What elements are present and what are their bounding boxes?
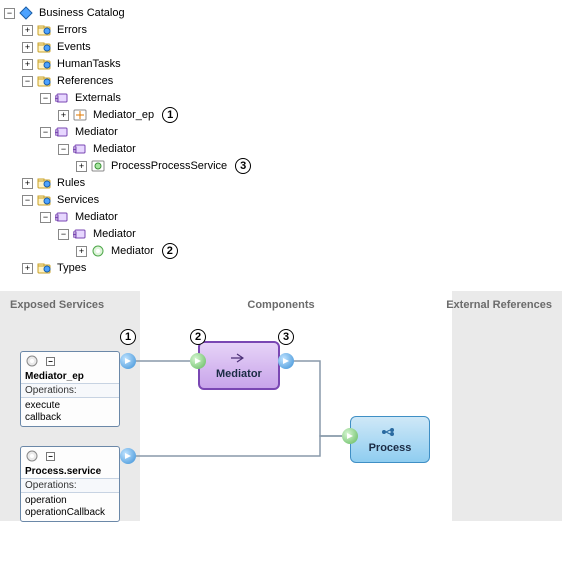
gear-icon [25,354,39,368]
expander-references[interactable]: − [22,76,33,87]
gear-icon [91,244,105,258]
component-process-label: Process [369,442,412,454]
svc-title: Mediator_ep [21,370,119,383]
port-mediator-ep[interactable] [120,353,136,369]
humantasks-label[interactable]: HumanTasks [55,58,123,70]
module-icon [55,91,69,105]
expander-svc-mediator3[interactable]: + [76,246,87,257]
callout-2: 2 [162,243,178,259]
canvas-callout-1: 1 [120,329,136,345]
pps-label[interactable]: ProcessProcessService [109,160,229,172]
expander-types[interactable]: + [22,263,33,274]
exposed-service-process[interactable]: − Process.service Operations: operation … [20,446,120,522]
gear-icon [25,449,39,463]
canvas-callout-3: 3 [278,329,294,345]
mediator-ep-label[interactable]: Mediator_ep [91,109,156,121]
expander-mediator-ep[interactable]: + [58,110,69,121]
svc-mediator2-label[interactable]: Mediator [91,228,138,240]
service-ref-icon [73,108,87,122]
svc-op: operation [25,495,115,507]
module-icon [55,125,69,139]
expander-errors[interactable]: + [22,25,33,36]
svc-ops-label: Operations: [21,383,119,398]
folder-icon [37,23,51,37]
module-icon [73,227,87,241]
expander-ref-mediator2[interactable]: − [58,144,69,155]
process-icon [381,425,395,439]
callout-1: 1 [162,107,178,123]
component-process[interactable]: Process [350,416,430,463]
catalog-icon [19,6,33,20]
expander-svc-mediator2[interactable]: − [58,229,69,240]
collapse-icon[interactable]: − [46,452,55,461]
root-label[interactable]: Business Catalog [37,7,127,19]
errors-label[interactable]: Errors [55,24,89,36]
expander-humantasks[interactable]: + [22,59,33,70]
events-label[interactable]: Events [55,41,93,53]
svc-op: operationCallback [25,507,115,519]
collapse-icon[interactable]: − [46,357,55,366]
component-mediator[interactable]: Mediator [198,341,280,390]
expander-events[interactable]: + [22,42,33,53]
expander-services[interactable]: − [22,195,33,206]
port-mediator-in[interactable] [190,353,206,369]
svc-mediator3-label[interactable]: Mediator [109,245,156,257]
catalog-tree: − Business Catalog + Errors + Events + H… [0,0,562,281]
port-process-in[interactable] [342,428,358,444]
types-label[interactable]: Types [55,262,88,274]
svc-op: callback [25,412,115,424]
callout-3: 3 [235,158,251,174]
folder-icon [37,261,51,275]
svc-title: Process.service [21,465,119,478]
services-label[interactable]: Services [55,194,101,206]
expander-pps[interactable]: + [76,161,87,172]
folder-icon [37,74,51,88]
folder-icon [37,40,51,54]
rules-label[interactable]: Rules [55,177,87,189]
exposed-service-mediator-ep[interactable]: − Mediator_ep Operations: execute callba… [20,351,120,427]
folder-icon [37,193,51,207]
expander-root[interactable]: − [4,8,15,19]
svc-op: execute [25,400,115,412]
component-mediator-label: Mediator [216,368,262,380]
folder-icon [37,176,51,190]
interface-icon [91,159,105,173]
folder-icon [37,57,51,71]
expander-svc-mediator[interactable]: − [40,212,51,223]
port-mediator-out[interactable] [278,353,294,369]
svc-ops-label: Operations: [21,478,119,493]
module-icon [55,210,69,224]
expander-ref-mediator[interactable]: − [40,127,51,138]
references-label[interactable]: References [55,75,115,87]
mediator-icon [230,351,244,365]
ref-mediator2-label[interactable]: Mediator [91,143,138,155]
module-icon [73,142,87,156]
svc-mediator-label[interactable]: Mediator [73,211,120,223]
composite-canvas: Exposed Services Components External Ref… [0,291,562,521]
expander-rules[interactable]: + [22,178,33,189]
port-process-service[interactable] [120,448,136,464]
expander-externals[interactable]: − [40,93,51,104]
canvas-callout-2: 2 [190,329,206,345]
externals-label[interactable]: Externals [73,92,123,104]
ref-mediator-label[interactable]: Mediator [73,126,120,138]
